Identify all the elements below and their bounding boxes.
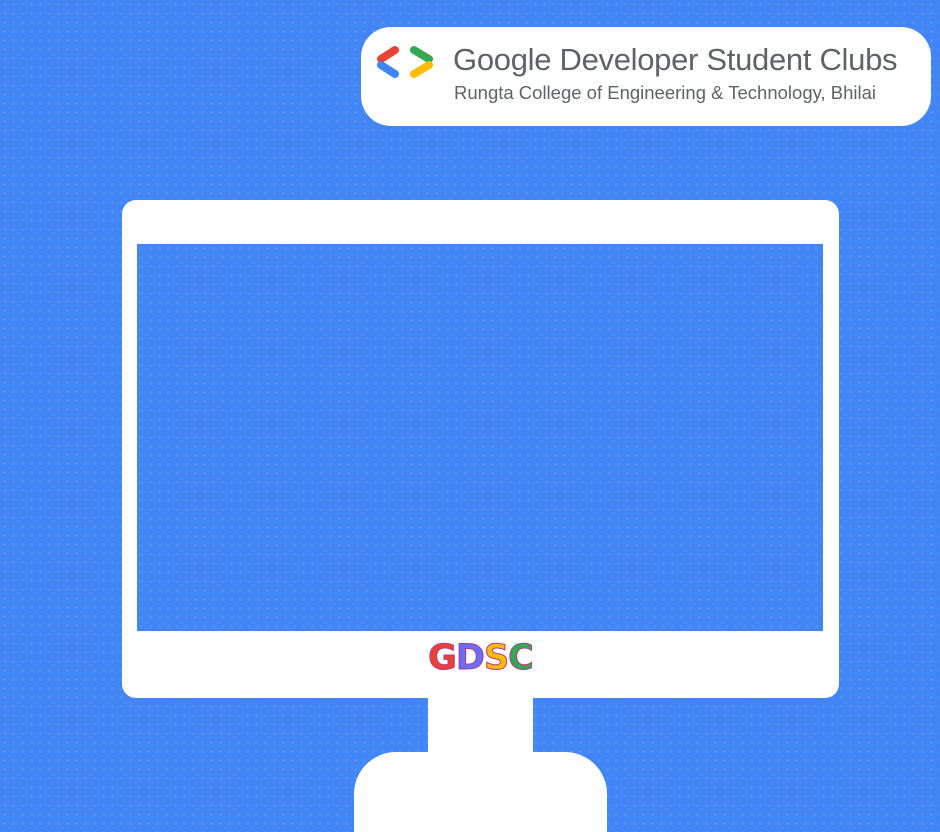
monitor-neck	[428, 697, 533, 759]
brand-letter-d: D	[455, 638, 485, 679]
badge-subtitle: Rungta College of Engineering & Technolo…	[454, 82, 877, 103]
brand-letter-s: S	[483, 638, 509, 679]
monitor-screen	[137, 244, 823, 631]
brand-letter-c: C	[508, 638, 535, 679]
monitor-frame: GDSC	[122, 200, 839, 698]
monitor-base	[354, 752, 607, 832]
monitor-brand-gdsc: GDSC	[122, 638, 839, 679]
brand-letter-g: G	[428, 638, 458, 679]
gdsc-brackets-logo-icon	[377, 46, 433, 78]
gdsc-badge: Google Developer Student Clubs Rungta Co…	[361, 27, 931, 126]
badge-title: Google Developer Student Clubs	[453, 42, 898, 77]
